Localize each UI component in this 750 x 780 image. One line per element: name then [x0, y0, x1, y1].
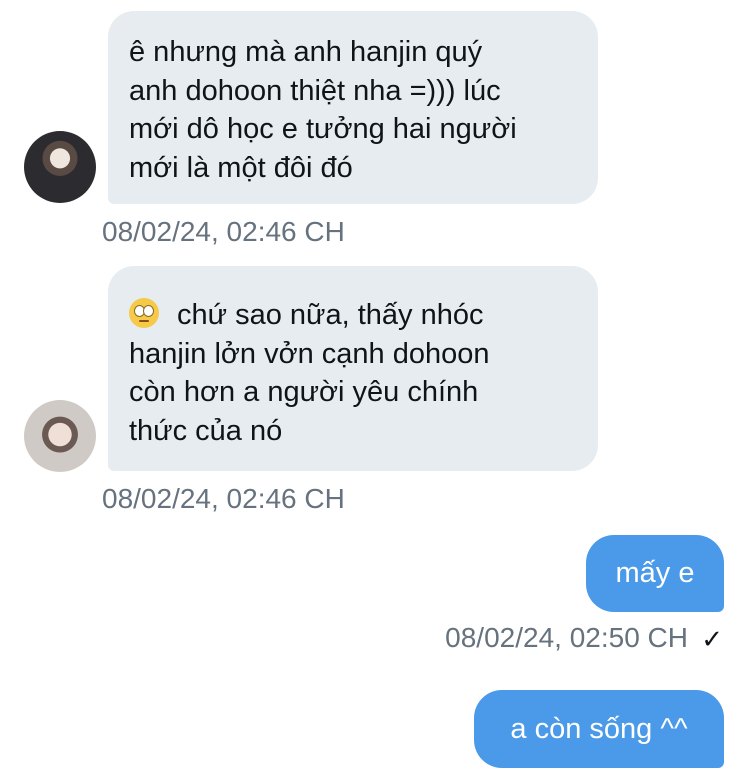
message-text: a còn sống ^^: [510, 712, 688, 745]
sender-avatar[interactable]: [24, 400, 96, 472]
sender-avatar[interactable]: [24, 131, 96, 203]
message-timestamp: 08/02/24, 02:46 CH: [102, 216, 345, 247]
message-line: anh dohoon thiệt nha =))) lúc: [129, 74, 501, 107]
message-line: còn hơn a người yêu chính: [129, 376, 479, 408]
message-timestamp: 08/02/24, 02:50 CH: [445, 622, 688, 653]
incoming-message-bubble[interactable]: chứ sao nữa, thấy nhóc hanjin lởn vởn cạ…: [108, 266, 598, 471]
outgoing-message-bubble[interactable]: mấy e: [586, 535, 724, 612]
sent-checkmark-icon: ✓: [701, 624, 723, 654]
incoming-message-bubble[interactable]: ê nhưng mà anh hanjin quý anh dohoon thi…: [108, 11, 598, 204]
message-line: chứ sao nữa, thấy nhóc: [129, 296, 578, 335]
message-line: mới dô học e tưởng hai người: [129, 113, 517, 145]
message-line: hanjin lởn vởn cạnh dohoon: [129, 337, 490, 370]
outgoing-message-bubble[interactable]: a còn sống ^^: [474, 690, 724, 768]
message-timestamp: 08/02/24, 02:46 CH: [102, 483, 345, 514]
eye-roll-emoji-icon: [129, 298, 159, 328]
message-line: ê nhưng mà anh hanjin quý: [129, 36, 483, 68]
message-line: thức của nó: [129, 414, 283, 447]
message-line: mới là một đôi đó: [129, 151, 353, 184]
message-text: mấy e: [615, 557, 695, 589]
chat-thread: ê nhưng mà anh hanjin quý anh dohoon thi…: [0, 0, 750, 780]
